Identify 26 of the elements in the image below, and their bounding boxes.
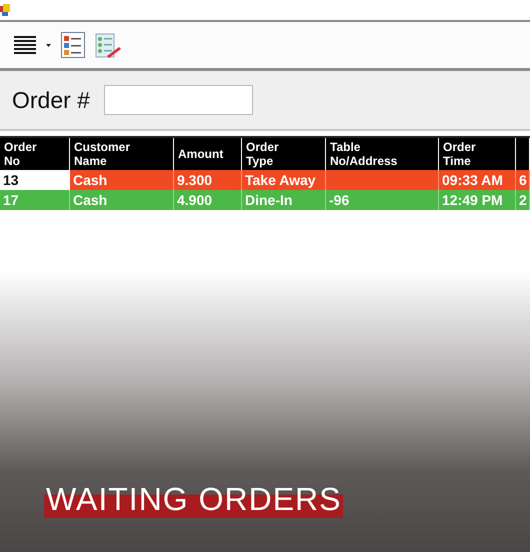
table-cell: Cash: [70, 190, 174, 210]
column-header[interactable]: Order Type: [242, 138, 326, 170]
order-number-field[interactable]: [104, 85, 253, 115]
order-number-label: Order #: [12, 86, 90, 114]
column-header[interactable]: Amount: [174, 138, 242, 170]
table-cell: -96: [326, 190, 439, 210]
table-cell: 09:33 AM: [439, 170, 516, 190]
table-cell: 17: [0, 190, 70, 210]
table-cell: 12:49 PM: [439, 190, 516, 210]
app-icon: [0, 4, 10, 16]
table-cell: Dine-In: [242, 190, 326, 210]
table-cell: 9.300: [174, 170, 242, 190]
caret-icon[interactable]: [46, 44, 51, 46]
checklist-icon[interactable]: [95, 32, 121, 58]
table-cell: Cash: [70, 170, 174, 190]
column-header[interactable]: Order Time: [439, 138, 516, 170]
column-header[interactable]: Table No/Address: [326, 138, 439, 170]
table-cell: 2: [516, 190, 530, 210]
column-header[interactable]: Customer Name: [70, 138, 174, 170]
list-icon[interactable]: [61, 32, 85, 58]
table-cell: 6: [516, 170, 530, 190]
column-header[interactable]: Order No: [0, 138, 70, 170]
text-lines-icon[interactable]: [14, 36, 36, 54]
column-header[interactable]: [516, 138, 530, 170]
table-cell: Take Away: [242, 170, 326, 190]
table-cell: 4.900: [174, 190, 242, 210]
